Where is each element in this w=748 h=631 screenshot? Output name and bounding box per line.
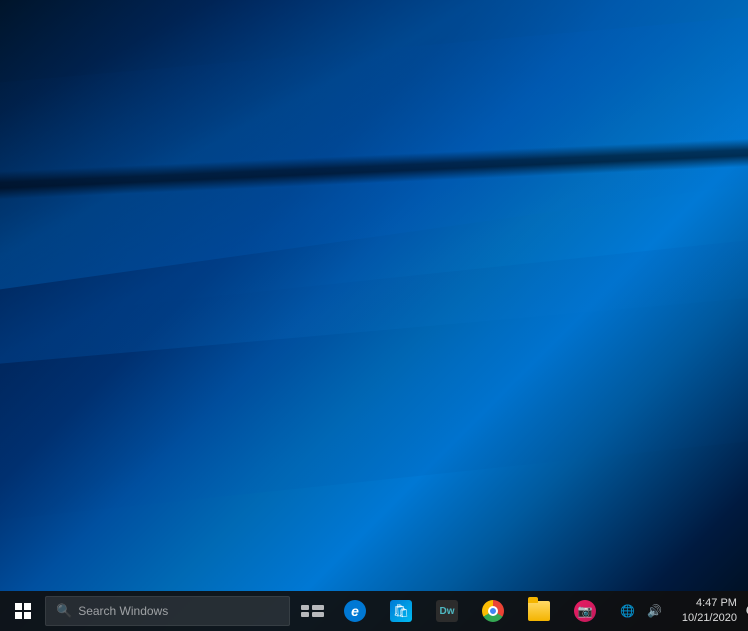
dreamweaver-icon: Dw (436, 600, 458, 622)
chrome-icon (482, 600, 504, 622)
search-box[interactable]: 🔍 Search Windows (45, 596, 290, 626)
store-icon: 🛍 (390, 600, 412, 622)
system-tray: 🌐 🔊 (608, 591, 674, 631)
desktop: 🔍 Search Windows e (0, 0, 748, 631)
camera-icon: 📷 (574, 600, 596, 622)
task-view-button[interactable] (292, 591, 332, 631)
search-icon: 🔍 (56, 603, 72, 619)
tray-network-icon[interactable]: 🌐 (616, 602, 639, 620)
search-placeholder-text: Search Windows (78, 604, 168, 618)
dreamweaver-app-button[interactable]: Dw (424, 591, 470, 631)
windows-logo-icon (15, 603, 31, 619)
edge-app-button[interactable]: e (332, 591, 378, 631)
tray-volume-icon[interactable]: 🔊 (643, 602, 666, 620)
edge-icon: e (344, 600, 366, 622)
clock-date: 10/21/2020 (682, 611, 737, 626)
start-button[interactable] (0, 591, 45, 631)
store-app-button[interactable]: 🛍 (378, 591, 424, 631)
clock-time: 4:47 PM (682, 596, 737, 611)
system-clock[interactable]: 4:47 PM 10/21/2020 (674, 596, 745, 627)
task-view-icon (301, 605, 324, 617)
screenshot-tool-button[interactable]: 📷 (562, 591, 608, 631)
taskbar: 🔍 Search Windows e (0, 591, 748, 631)
pinned-apps: e 🛍 Dw 📷 (332, 591, 608, 631)
chrome-app-button[interactable] (470, 591, 516, 631)
file-explorer-button[interactable] (516, 591, 562, 631)
files-icon (528, 601, 550, 621)
